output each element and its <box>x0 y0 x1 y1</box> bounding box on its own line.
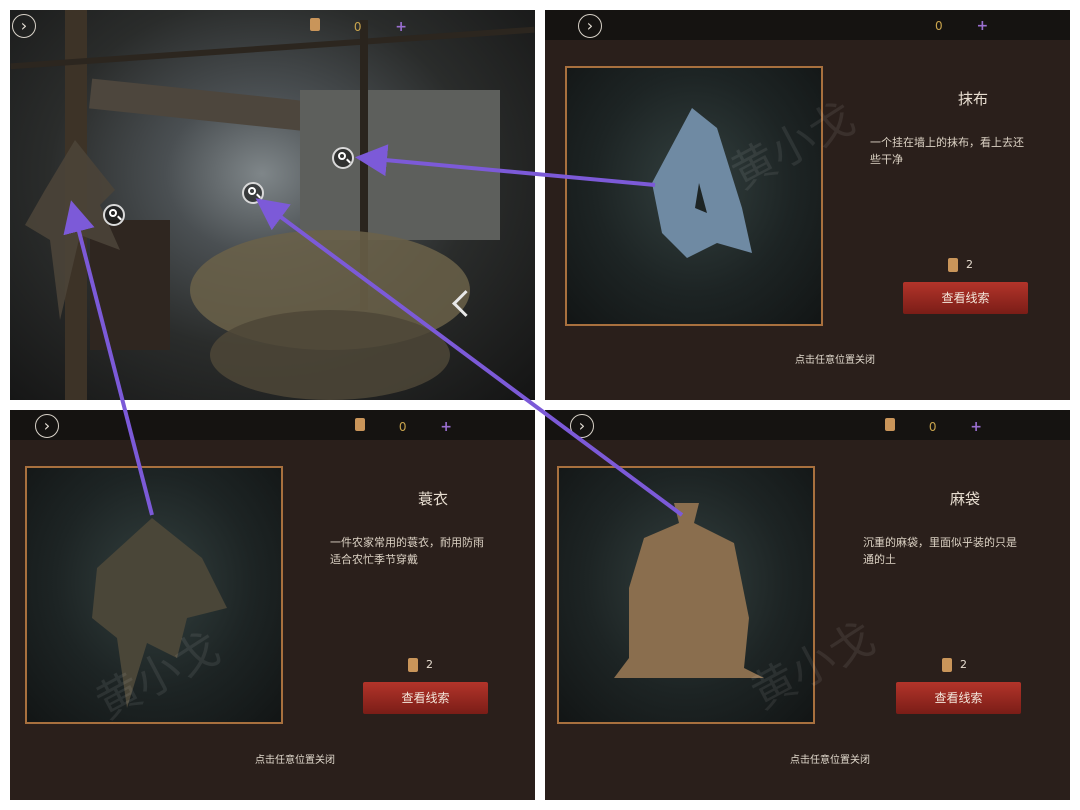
annotation-arrows <box>63 144 684 517</box>
arrow-raincoat <box>63 200 154 516</box>
arrow-sack <box>255 198 684 517</box>
arrow-rag <box>355 144 656 187</box>
